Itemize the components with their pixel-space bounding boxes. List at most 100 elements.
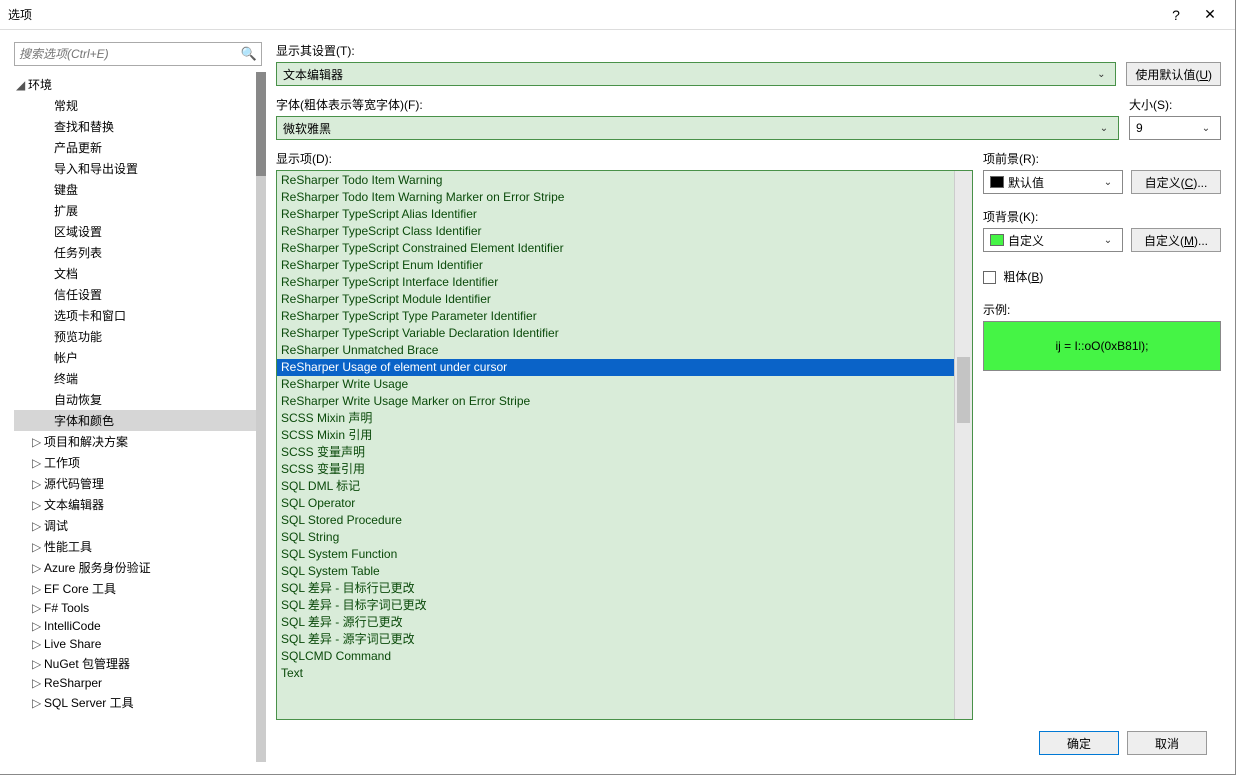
window-title: 选项 — [8, 6, 1159, 23]
tree-item[interactable]: ▷文本编辑器 — [14, 494, 256, 515]
tree-item[interactable]: 帐户 — [14, 347, 256, 368]
list-item[interactable]: ReSharper Write Usage Marker on Error St… — [277, 393, 954, 410]
list-item[interactable]: SQL System Function — [277, 546, 954, 563]
list-item[interactable]: SQL DML 标记 — [277, 478, 954, 495]
list-item[interactable]: SCSS Mixin 声明 — [277, 410, 954, 427]
tree-item[interactable]: 自动恢复 — [14, 389, 256, 410]
display-items-listbox[interactable]: ReSharper Todo Item WarningReSharper Tod… — [276, 170, 973, 720]
bold-row[interactable]: 粗体(B) — [983, 268, 1221, 285]
item-fore-label: 项前景(R): — [983, 150, 1221, 167]
tree-item[interactable]: 信任设置 — [14, 284, 256, 305]
sample-preview: ij = I::oO(0xB81l); — [983, 321, 1221, 371]
chevron-down-icon: ⌄ — [1100, 177, 1116, 188]
list-item[interactable]: Text — [277, 665, 954, 682]
caret-icon: ▷ — [32, 561, 44, 575]
list-item[interactable]: SQL Operator — [277, 495, 954, 512]
search-input[interactable] — [19, 47, 241, 61]
tree-item[interactable]: ▷NuGet 包管理器 — [14, 653, 256, 674]
tree-item[interactable]: ▷Azure 服务身份验证 — [14, 557, 256, 578]
font-combo[interactable]: 微软雅黑 ⌄ — [276, 116, 1119, 140]
category-tree[interactable]: ◢环境常规查找和替换产品更新导入和导出设置键盘扩展区域设置任务列表文档信任设置选… — [14, 72, 256, 762]
caret-icon: ▷ — [32, 676, 44, 690]
bold-checkbox[interactable] — [983, 271, 996, 284]
list-item[interactable]: ReSharper Unmatched Brace — [277, 342, 954, 359]
item-fore-combo[interactable]: 默认值 ⌄ — [983, 170, 1123, 194]
tree-item[interactable]: 导入和导出设置 — [14, 158, 256, 179]
list-item[interactable]: SQL 差异 - 源行已更改 — [277, 614, 954, 631]
tree-item[interactable]: ▷工作项 — [14, 452, 256, 473]
listbox-scrollbar[interactable] — [954, 171, 972, 719]
use-defaults-button[interactable]: 使用默认值(U) — [1126, 62, 1221, 86]
caret-icon: ▷ — [32, 601, 44, 615]
search-box[interactable]: 🔍 — [14, 42, 262, 66]
list-item[interactable]: SQL System Table — [277, 563, 954, 580]
caret-icon: ◢ — [16, 78, 28, 92]
show-settings-combo[interactable]: 文本编辑器 ⌄ — [276, 62, 1116, 86]
tree-item[interactable]: 文档 — [14, 263, 256, 284]
list-item[interactable]: ReSharper TypeScript Constrained Element… — [277, 240, 954, 257]
chevron-down-icon: ⌄ — [1096, 123, 1112, 134]
list-item[interactable]: SQL Stored Procedure — [277, 512, 954, 529]
item-back-label: 项背景(K): — [983, 208, 1221, 225]
list-item[interactable]: ReSharper Usage of element under cursor — [277, 359, 954, 376]
list-item[interactable]: ReSharper TypeScript Module Identifier — [277, 291, 954, 308]
search-icon: 🔍 — [241, 46, 257, 62]
caret-icon: ▷ — [32, 582, 44, 596]
tree-item[interactable]: 扩展 — [14, 200, 256, 221]
caret-icon: ▷ — [32, 657, 44, 671]
tree-item[interactable]: 查找和替换 — [14, 116, 256, 137]
close-button[interactable]: ✕ — [1193, 3, 1227, 27]
list-item[interactable]: ReSharper TypeScript Interface Identifie… — [277, 274, 954, 291]
list-item[interactable]: SQL String — [277, 529, 954, 546]
tree-item[interactable]: 区域设置 — [14, 221, 256, 242]
custom-back-button[interactable]: 自定义(M)... — [1131, 228, 1221, 252]
tree-item[interactable]: 预览功能 — [14, 326, 256, 347]
list-item[interactable]: ReSharper TypeScript Class Identifier — [277, 223, 954, 240]
list-item[interactable]: SQL 差异 - 目标字词已更改 — [277, 597, 954, 614]
size-combo[interactable]: 9 ⌄ — [1129, 116, 1221, 140]
tree-item[interactable]: ▷源代码管理 — [14, 473, 256, 494]
list-item[interactable]: ReSharper TypeScript Enum Identifier — [277, 257, 954, 274]
tree-item[interactable]: ▷调试 — [14, 515, 256, 536]
ok-button[interactable]: 确定 — [1039, 731, 1119, 755]
tree-scrollbar[interactable] — [256, 72, 266, 762]
list-item[interactable]: SCSS 变量声明 — [277, 444, 954, 461]
list-item[interactable]: SCSS Mixin 引用 — [277, 427, 954, 444]
tree-item[interactable]: ▷项目和解决方案 — [14, 431, 256, 452]
tree-item[interactable]: 选项卡和窗口 — [14, 305, 256, 326]
list-item[interactable]: SCSS 变量引用 — [277, 461, 954, 478]
tree-item[interactable]: 字体和颜色 — [14, 410, 256, 431]
caret-icon: ▷ — [32, 540, 44, 554]
list-item[interactable]: ReSharper Write Usage — [277, 376, 954, 393]
tree-item[interactable]: ▷F# Tools — [14, 599, 256, 617]
caret-icon: ▷ — [32, 519, 44, 533]
list-item[interactable]: ReSharper Todo Item Warning Marker on Er… — [277, 189, 954, 206]
left-panel: 🔍 ◢环境常规查找和替换产品更新导入和导出设置键盘扩展区域设置任务列表文档信任设… — [0, 30, 268, 774]
custom-fore-button[interactable]: 自定义(C)... — [1131, 170, 1221, 194]
tree-item[interactable]: 键盘 — [14, 179, 256, 200]
tree-item[interactable]: 常规 — [14, 95, 256, 116]
tree-item[interactable]: ▷SQL Server 工具 — [14, 692, 256, 713]
tree-item[interactable]: ▷Live Share — [14, 635, 256, 653]
tree-item[interactable]: ◢环境 — [14, 74, 256, 95]
tree-item[interactable]: 产品更新 — [14, 137, 256, 158]
list-item[interactable]: ReSharper Todo Item Warning — [277, 172, 954, 189]
list-item[interactable]: ReSharper TypeScript Alias Identifier — [277, 206, 954, 223]
tree-item[interactable]: ▷ReSharper — [14, 674, 256, 692]
list-item[interactable]: SQL 差异 - 目标行已更改 — [277, 580, 954, 597]
help-button[interactable]: ? — [1159, 3, 1193, 27]
list-item[interactable]: SQL 差异 - 源字词已更改 — [277, 631, 954, 648]
tree-item[interactable]: ▷性能工具 — [14, 536, 256, 557]
list-item[interactable]: ReSharper TypeScript Type Parameter Iden… — [277, 308, 954, 325]
chevron-down-icon: ⌄ — [1198, 123, 1214, 134]
list-item[interactable]: ReSharper TypeScript Variable Declaratio… — [277, 325, 954, 342]
list-item[interactable]: SQLCMD Command — [277, 648, 954, 665]
caret-icon: ▷ — [32, 637, 44, 651]
item-back-combo[interactable]: 自定义 ⌄ — [983, 228, 1123, 252]
tree-item[interactable]: ▷IntelliCode — [14, 617, 256, 635]
color-panel: 项前景(R): 默认值 ⌄ 自定义(C)... 项背景(K): — [983, 150, 1221, 720]
tree-item[interactable]: 终端 — [14, 368, 256, 389]
tree-item[interactable]: 任务列表 — [14, 242, 256, 263]
cancel-button[interactable]: 取消 — [1127, 731, 1207, 755]
tree-item[interactable]: ▷EF Core 工具 — [14, 578, 256, 599]
